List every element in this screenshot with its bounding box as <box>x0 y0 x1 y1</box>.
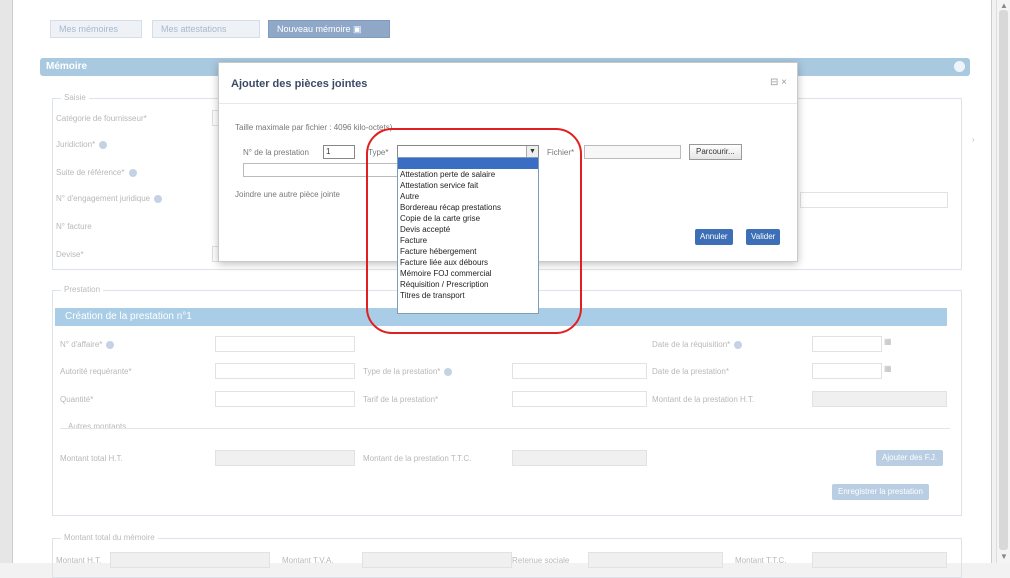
divider <box>219 103 797 104</box>
label-montant-ttc: Montant de la prestation T.T.C. <box>363 454 472 463</box>
montant-legend: Montant total du mémoire <box>61 533 158 542</box>
date-requisition-input[interactable] <box>812 336 882 352</box>
cancel-button[interactable]: Annuler <box>695 229 733 245</box>
scroll-up-icon[interactable]: ▲ <box>1000 1 1008 10</box>
label-suite: Suite de référence* <box>56 168 137 177</box>
join-another-link[interactable]: Joindre une autre pièce jointe <box>235 190 340 199</box>
label-num-affaire-text: N° d'affaire* <box>60 340 103 349</box>
label-tarif: Tarif de la prestation* <box>363 395 439 404</box>
ajouter-fj-button[interactable]: Ajouter des F.J. <box>876 450 944 466</box>
prestation-title: Création de la prestation n°1 <box>65 311 192 322</box>
scroll-thumb[interactable] <box>999 10 1008 550</box>
label-montant-ht: Montant de la prestation H.T. <box>652 395 755 404</box>
file-path-input[interactable] <box>584 145 681 159</box>
prestation-label: N° de la prestation <box>243 148 309 157</box>
info-icon[interactable] <box>954 61 965 72</box>
label-engagement-text: N° d'engagement juridique <box>56 194 151 203</box>
left-margin <box>0 0 12 563</box>
autres-montants-legend: Autres montants <box>68 422 127 431</box>
validate-button[interactable]: Valider <box>746 229 781 245</box>
type-prestation-select[interactable] <box>512 363 647 379</box>
enregistrer-prestation-button[interactable]: Enregistrer la prestation <box>832 484 929 500</box>
label-suite-text: Suite de référence* <box>56 168 125 177</box>
label-quantite: Quantité* <box>60 395 94 404</box>
label-type-prestation-text: Type de la prestation* <box>363 367 441 376</box>
label-bottom-retenue: Retenue sociale <box>512 556 570 565</box>
label-date-requisition: Date de la réquisition* <box>652 340 743 349</box>
label-date-prestation: Date de la prestation* <box>652 367 729 376</box>
bottom-retenue-input <box>588 552 723 568</box>
engagement-select[interactable] <box>800 192 948 208</box>
modal-title: Ajouter des pièces jointes <box>231 78 368 90</box>
label-devise: Devise* <box>56 250 84 259</box>
montant-ht-input <box>812 391 947 407</box>
help-icon[interactable] <box>154 194 163 203</box>
label-autorite: Autorité requérante* <box>60 367 132 376</box>
quantite-input[interactable] <box>215 391 355 407</box>
montant-total-ht-input <box>215 450 355 466</box>
label-num-affaire: N° d'affaire* <box>60 340 115 349</box>
tab-mes-attestations[interactable]: Mes attestations <box>152 20 260 38</box>
max-size-note: Taille maximale par fichier : 4096 kilo-… <box>235 123 393 132</box>
label-date-requisition-text: Date de la réquisition* <box>652 340 731 349</box>
autorite-select[interactable] <box>215 363 355 379</box>
tab-nouveau-memoire[interactable]: Nouveau mémoire ▣ <box>268 20 390 38</box>
saisie-legend: Saisie <box>61 93 89 102</box>
label-montant-total-ht: Montant total H.T. <box>60 454 123 463</box>
prestation-legend: Prestation <box>61 285 104 294</box>
expand-icon[interactable]: › <box>972 135 975 144</box>
help-icon[interactable] <box>734 340 743 349</box>
help-icon[interactable] <box>99 140 108 149</box>
section-title: Mémoire <box>46 61 88 72</box>
help-icon[interactable] <box>106 340 115 349</box>
label-bottom-tva: Montant T.V.A. <box>282 556 334 565</box>
browse-button[interactable]: Parcourir... <box>689 144 742 160</box>
tarif-input[interactable] <box>512 391 647 407</box>
calendar-icon[interactable]: ▦ <box>884 364 892 373</box>
close-icon[interactable]: ⊟ × <box>770 77 787 88</box>
bottom-tva-input <box>362 552 512 568</box>
label-facture: N° facture <box>56 222 92 231</box>
calendar-icon[interactable]: ▦ <box>884 337 892 346</box>
help-icon[interactable] <box>444 367 453 376</box>
annotation-highlight <box>366 128 582 334</box>
label-juridiction-text: Juridiction* <box>56 140 96 149</box>
label-juridiction: Juridiction* <box>56 140 108 149</box>
tab-mes-memoires[interactable]: Mes mémoires <box>50 20 142 38</box>
bottom-ttc-input <box>812 552 947 568</box>
label-categorie: Catégorie de fournisseur* <box>56 114 147 123</box>
label-type-prestation: Type de la prestation* <box>363 367 453 376</box>
bottom-ht-input <box>110 552 270 568</box>
label-bottom-ht: Montant H.T. <box>56 556 102 565</box>
label-engagement: N° d'engagement juridique <box>56 194 163 203</box>
divider <box>60 428 950 429</box>
label-bottom-ttc: Montant T.T.C. <box>735 556 787 565</box>
vertical-scrollbar[interactable]: ▲ ▼ <box>996 0 1010 563</box>
montant-ttc-input <box>512 450 647 466</box>
scroll-down-icon[interactable]: ▼ <box>1000 552 1008 561</box>
prestation-number-input[interactable]: 1 <box>323 145 355 159</box>
date-prestation-input[interactable] <box>812 363 882 379</box>
help-icon[interactable] <box>128 168 137 177</box>
num-affaire-input[interactable] <box>215 336 355 352</box>
